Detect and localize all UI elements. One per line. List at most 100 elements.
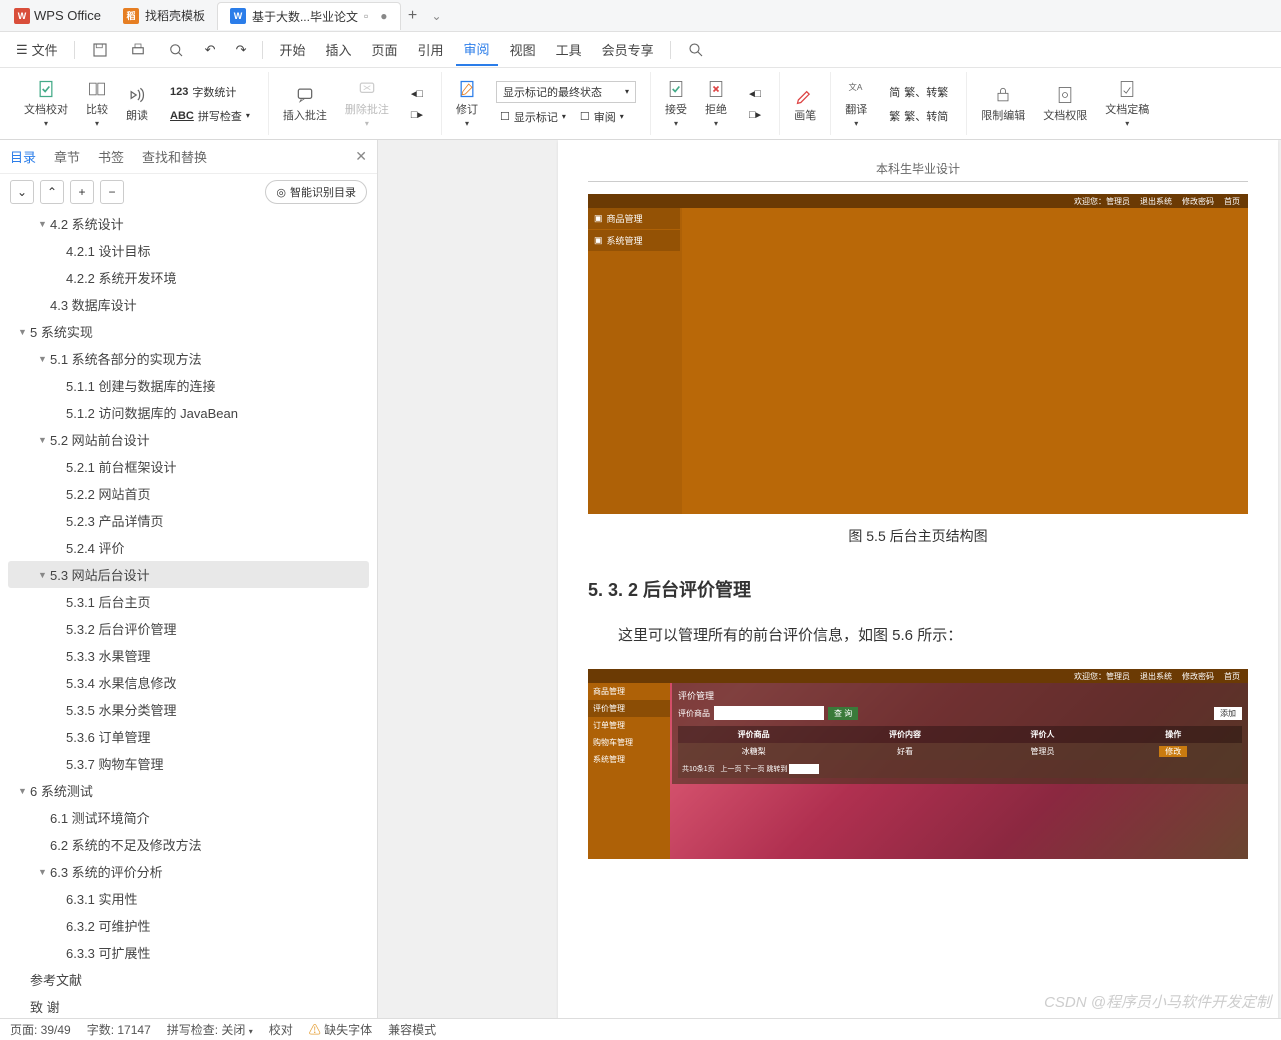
sidetab-toc[interactable]: 目录: [10, 147, 36, 166]
status-missing-font[interactable]: ⚠ 缺失字体: [309, 1021, 372, 1038]
collapse-all-icon[interactable]: ⌄: [10, 180, 34, 204]
prev-change-icon[interactable]: ◂□: [745, 85, 765, 102]
redo-icon[interactable]: ↷: [228, 36, 255, 64]
toc-item[interactable]: 5.3.5 水果分类管理: [8, 696, 369, 723]
add-level-icon[interactable]: +: [70, 180, 94, 204]
status-compat[interactable]: 兼容模式: [388, 1021, 436, 1038]
template-icon: 稻: [123, 8, 139, 24]
toc-item[interactable]: 5.1.1 创建与数据库的连接: [8, 372, 369, 399]
toc-item[interactable]: 5.2.4 评价: [8, 534, 369, 561]
sidetab-find[interactable]: 查找和替换: [142, 147, 207, 166]
permissions-button[interactable]: 文档权限: [1037, 81, 1093, 127]
to-traditional-button[interactable]: 简 繁、转繁: [885, 82, 952, 102]
reject-button[interactable]: 拒绝 ▾: [699, 75, 733, 132]
tab-menu-icon[interactable]: ▫: [364, 9, 368, 23]
toc-item[interactable]: 5.3.4 水果信息修改: [8, 669, 369, 696]
toc-item[interactable]: 5.3.2 后台评价管理: [8, 615, 369, 642]
toc-item[interactable]: 6.3.2 可维护性: [8, 912, 369, 939]
next-change-icon[interactable]: □▸: [745, 106, 765, 123]
track-changes-button[interactable]: 修订 ▾: [450, 75, 484, 132]
next-comment-icon[interactable]: □▸: [407, 106, 427, 123]
menu-view[interactable]: 视图: [502, 34, 544, 65]
print-icon[interactable]: [121, 35, 155, 65]
toc-item[interactable]: 5.3.7 购物车管理: [8, 750, 369, 777]
toc-item[interactable]: ▼6.3 系统的评价分析: [8, 858, 369, 885]
prev-comment-icon[interactable]: ◂□: [407, 85, 427, 102]
section-heading: 5. 3. 2 后台评价管理: [588, 576, 1248, 602]
menu-ref[interactable]: 引用: [410, 34, 452, 65]
toc-list[interactable]: ▼4.2 系统设计4.2.1 设计目标4.2.2 系统开发环境4.3 数据库设计…: [0, 210, 377, 1018]
menu-start[interactable]: 开始: [271, 34, 313, 65]
remove-level-icon[interactable]: −: [100, 180, 124, 204]
tab-close-icon[interactable]: ●: [380, 9, 387, 23]
toc-item[interactable]: 5.3.1 后台主页: [8, 588, 369, 615]
show-markup-button[interactable]: ☐ 显示标记 ▾: [496, 107, 570, 127]
toc-item[interactable]: 参考文献: [8, 966, 369, 993]
tab-document[interactable]: W 基于大数...毕业论文 ▫ ●: [217, 2, 401, 30]
spellcheck-button[interactable]: ABC 拼写检查 ▾: [166, 106, 254, 126]
toc-item[interactable]: 4.2.2 系统开发环境: [8, 264, 369, 291]
undo-icon[interactable]: ↶: [197, 36, 224, 64]
toc-item[interactable]: ▼4.2 系统设计: [8, 210, 369, 237]
translate-button[interactable]: 文A翻译 ▾: [839, 75, 873, 132]
pen-button[interactable]: 画笔: [788, 81, 822, 127]
finalize-button[interactable]: 文档定稿 ▾: [1099, 75, 1155, 132]
sidetab-bookmark[interactable]: 书签: [98, 147, 124, 166]
toc-item[interactable]: 5.2.3 产品详情页: [8, 507, 369, 534]
smart-toc-button[interactable]: ◎ 智能识别目录: [265, 180, 367, 204]
toc-item[interactable]: ▼5.2 网站前台设计: [8, 426, 369, 453]
preview-icon[interactable]: [159, 35, 193, 65]
compare-button[interactable]: 比较 ▾: [80, 75, 114, 132]
toc-item[interactable]: ▼5.1 系统各部分的实现方法: [8, 345, 369, 372]
doc-check-button[interactable]: 文档校对 ▾: [18, 75, 74, 132]
ribbon-group-proof: 文档校对 ▾ 比较 ▾ 朗读 123 字数统计 ABC 拼写检查 ▾: [10, 72, 269, 135]
to-simplified-button[interactable]: 繁 繁、转简: [885, 106, 952, 126]
menu-member[interactable]: 会员专享: [594, 34, 662, 65]
toc-item[interactable]: ▼5 系统实现: [8, 318, 369, 345]
save-icon[interactable]: [83, 35, 117, 65]
toc-item[interactable]: ▼5.3 网站后台设计: [8, 561, 369, 588]
document-viewport[interactable]: 本科生毕业设计 欢迎您：管理员 退出系统 修改密码 首页 ▣ 商品管理 ▣ 系统…: [378, 140, 1281, 1018]
menu-insert[interactable]: 插入: [318, 34, 360, 65]
insert-comment-button[interactable]: 插入批注: [277, 81, 333, 127]
admin-welcome-label: 欢迎您：管理员: [1074, 196, 1130, 207]
read-button[interactable]: 朗读: [120, 81, 154, 127]
toc-item[interactable]: 6.2 系统的不足及修改方法: [8, 831, 369, 858]
tab-list-button[interactable]: ⌄: [425, 9, 449, 23]
toc-item[interactable]: 5.2.2 网站首页: [8, 480, 369, 507]
menu-page[interactable]: 页面: [364, 34, 406, 65]
track-options-col: 显示标记的最终状态▾ ☐ 显示标记 ▾ ☐ 审阅 ▾: [490, 79, 642, 129]
toc-item[interactable]: 4.3 数据库设计: [8, 291, 369, 318]
sidetab-chapter[interactable]: 章节: [54, 147, 80, 166]
admin-side-sys: 系统管理: [588, 751, 670, 768]
toc-item[interactable]: 5.3.3 水果管理: [8, 642, 369, 669]
hamburger-icon[interactable]: ☰ 文件: [8, 34, 66, 65]
ribbon-group-track: 修订 ▾ 显示标记的最终状态▾ ☐ 显示标记 ▾ ☐ 审阅 ▾: [442, 72, 651, 135]
menu-tools[interactable]: 工具: [548, 34, 590, 65]
restrict-edit-button[interactable]: 限制编辑: [975, 81, 1031, 127]
tab-label: 基于大数...毕业论文: [252, 8, 358, 25]
review-pane-button[interactable]: ☐ 审阅 ▾: [576, 107, 628, 127]
toc-item[interactable]: 5.1.2 访问数据库的 JavaBean: [8, 399, 369, 426]
toc-item[interactable]: 5.2.1 前台框架设计: [8, 453, 369, 480]
new-tab-button[interactable]: +: [401, 7, 425, 25]
expand-all-icon[interactable]: ⌃: [40, 180, 64, 204]
status-page[interactable]: 页面: 39/49: [10, 1021, 71, 1038]
markup-display-dropdown[interactable]: 显示标记的最终状态▾: [496, 81, 636, 103]
status-proof[interactable]: 校对: [269, 1021, 293, 1038]
toc-item[interactable]: ▼6 系统测试: [8, 777, 369, 804]
tab-templates[interactable]: 稻 找稻壳模板: [111, 2, 217, 30]
status-spellcheck[interactable]: 拼写检查: 关闭 ▾: [167, 1021, 253, 1038]
sidebar-close-icon[interactable]: ✕: [355, 148, 367, 165]
wordcount-button[interactable]: 123 字数统计: [166, 82, 254, 102]
toc-item[interactable]: 6.3.1 实用性: [8, 885, 369, 912]
search-icon[interactable]: [679, 35, 713, 65]
accept-button[interactable]: 接受 ▾: [659, 75, 693, 132]
toc-item[interactable]: 致 谢: [8, 993, 369, 1018]
toc-item[interactable]: 6.3.3 可扩展性: [8, 939, 369, 966]
status-wordcount[interactable]: 字数: 17147: [87, 1021, 151, 1038]
toc-item[interactable]: 5.3.6 订单管理: [8, 723, 369, 750]
toc-item[interactable]: 6.1 测试环境简介: [8, 804, 369, 831]
menu-review[interactable]: 审阅: [456, 33, 498, 66]
toc-item[interactable]: 4.2.1 设计目标: [8, 237, 369, 264]
